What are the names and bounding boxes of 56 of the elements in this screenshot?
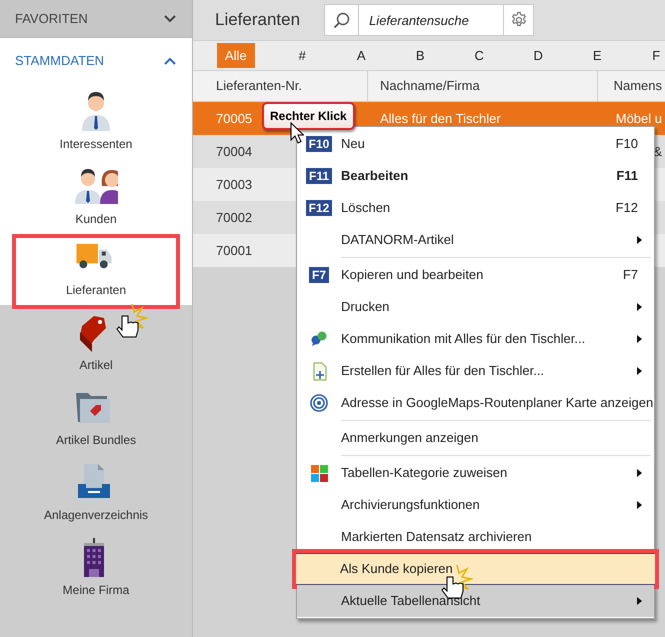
table-cell-text: 70005 (216, 110, 252, 128)
table-cell-text: 70001 (216, 242, 252, 260)
shortcut-key-badge: F12 (306, 200, 332, 216)
menu-item[interactable]: Drucken (297, 291, 654, 323)
page-title: Lieferanten (215, 9, 300, 32)
menu-item[interactable]: Anmerkungen anzeigen (297, 422, 654, 454)
table-cell-text: 70002 (216, 208, 252, 227)
shortcut-text: F10 (616, 135, 638, 154)
chevron-down-icon[interactable] (163, 13, 177, 24)
letter-tab[interactable]: D (508, 43, 568, 68)
chat-icon (310, 330, 328, 348)
sidebar-item[interactable]: Artikel Bundles (0, 380, 192, 455)
letter-tab[interactable]: A (332, 43, 391, 68)
menu-item[interactable]: F12 Löschen F12 (297, 192, 654, 224)
menu-item[interactable]: Tabellen-Kategorie zuweisen (297, 457, 654, 489)
menu-item[interactable]: Archivierungsfunktionen (297, 489, 654, 521)
sidebar-item[interactable]: Meine Firma (0, 530, 192, 605)
sidebar-item[interactable]: Kunden (0, 159, 192, 234)
column-header[interactable]: Namens (598, 71, 663, 101)
letter-tab[interactable]: F (626, 43, 665, 68)
search-icon[interactable] (333, 12, 350, 28)
shortcut-text: F7 (622, 266, 638, 284)
letter-tab[interactable]: C (450, 43, 509, 68)
column-header[interactable]: Lieferanten-Nr. (193, 71, 368, 101)
table-cell-text: Alles für den Tischler (380, 110, 501, 128)
shortcut-key-badge: F10 (306, 136, 332, 152)
menu-item[interactable]: Aktuelle Tabellenansicht (297, 585, 654, 617)
menu-item[interactable]: Adresse in GoogleMaps-Routenplaner Karte anzeigen (297, 387, 654, 419)
table-cell-text: 70003 (216, 176, 252, 194)
shortcut-key-badge: F7 (308, 267, 329, 283)
section-header[interactable]: FAVORITEN (0, 0, 192, 38)
table-cell-text: Möbel u (616, 110, 662, 128)
sidebar-item[interactable]: Interessenten (0, 84, 192, 159)
column-header[interactable]: Nachname/Firma (368, 71, 598, 101)
sidebar-item[interactable]: Anlagenverzeichnis (0, 455, 192, 530)
shortcut-text: F12 (616, 199, 638, 218)
chevron-up-icon[interactable] (163, 56, 177, 66)
letter-tab[interactable]: B (390, 43, 450, 68)
letter-tab[interactable]: # (272, 43, 332, 68)
menu-item[interactable]: DATANORM-Artikel (297, 224, 654, 256)
menu-item[interactable]: Markierten Datensatz archivieren (297, 521, 654, 553)
table-cell-text: 70004 (216, 142, 252, 161)
menu-item[interactable]: Kommunikation mit Alles für den Tischler... (297, 323, 654, 355)
shortcut-key-badge: F11 (306, 168, 332, 184)
menu-item[interactable]: Erstellen für Alles für den Tischler... (297, 355, 654, 387)
menu-item[interactable]: F7 Kopieren und bearbeiten F7 (297, 259, 654, 291)
menu-item[interactable]: F11 Bearbeiten F11 (297, 160, 654, 192)
target-icon (310, 394, 328, 412)
search-field[interactable]: Lieferantensuche (324, 4, 534, 36)
shortcut-text: F11 (616, 167, 638, 186)
sidebar-item[interactable]: Lieferanten (12, 234, 180, 309)
callout: Rechter Klick (262, 102, 355, 130)
letter-tab[interactable]: E (568, 43, 627, 68)
tiles-icon (310, 464, 328, 482)
people-icon (74, 166, 118, 206)
settings-icon[interactable] (510, 11, 528, 29)
